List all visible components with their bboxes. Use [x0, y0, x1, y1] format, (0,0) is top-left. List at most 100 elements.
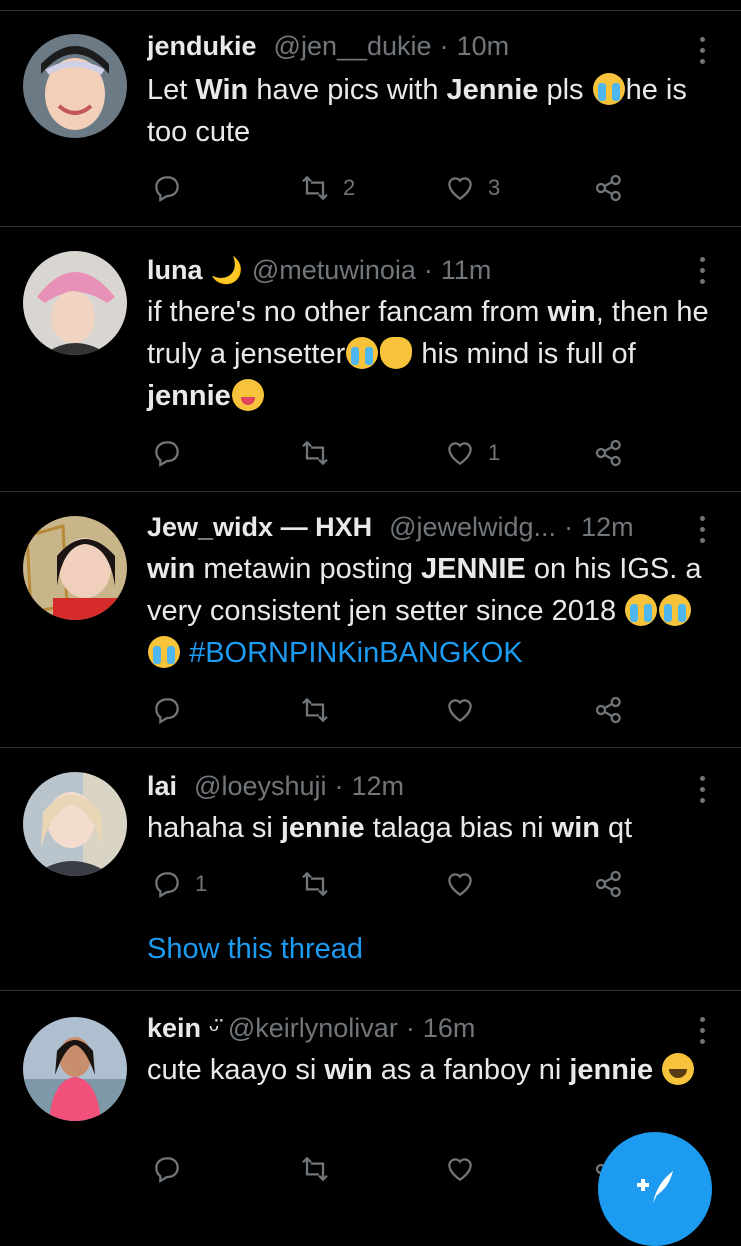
text-run: cute kaayo si — [147, 1054, 325, 1086]
reply-icon — [151, 1153, 183, 1185]
bold-text: win — [324, 1054, 373, 1086]
retweet-count: 2 — [343, 175, 356, 200]
like-button[interactable]: 1 — [444, 433, 500, 473]
action-bar: 1 — [147, 864, 647, 904]
timestamp[interactable]: 10m — [457, 29, 510, 63]
share-button[interactable] — [593, 864, 625, 904]
more-options-icon[interactable] — [693, 776, 711, 803]
retweet-icon — [299, 694, 331, 726]
avatar[interactable] — [23, 1017, 127, 1121]
more-options-icon[interactable] — [693, 516, 711, 543]
hashtag-link[interactable]: #BORNPINKinBANGKOK — [189, 637, 523, 669]
display-name[interactable]: jendukie — [147, 29, 257, 63]
action-bar: 2 3 — [147, 168, 647, 208]
timestamp[interactable]: 12m — [581, 510, 634, 544]
share-button[interactable] — [593, 433, 625, 473]
reply-button[interactable] — [151, 1149, 195, 1189]
heart-icon — [444, 1153, 476, 1185]
show-thread-link[interactable]: Show this thread — [147, 931, 363, 967]
share-icon — [593, 437, 625, 469]
like-button[interactable] — [444, 690, 488, 730]
avatar[interactable] — [23, 772, 127, 876]
heart-icon — [444, 694, 476, 726]
text-run: as a fanboy ni — [372, 1054, 570, 1086]
separator-dot: · — [423, 255, 433, 285]
share-icon — [593, 868, 625, 900]
bold-text: win — [147, 553, 196, 585]
loudly-crying-face-emoji — [659, 594, 692, 626]
heart-hands-emoji — [380, 337, 413, 369]
reply-icon — [151, 868, 183, 900]
retweet-button[interactable] — [299, 864, 343, 904]
name-flair: 🌙 — [210, 255, 243, 285]
display-name[interactable]: Jew_widx — HXH — [147, 510, 372, 544]
name-flair: ᵕ̈ — [209, 1013, 219, 1043]
avatar[interactable] — [23, 516, 127, 620]
retweet-button[interactable] — [299, 433, 343, 473]
timestamp[interactable]: 12m — [352, 769, 405, 803]
tweet-text: Let Win have pics with Jennie pls he is … — [147, 69, 721, 153]
like-button[interactable] — [444, 1149, 488, 1189]
user-handle[interactable]: @jen__dukie — [274, 29, 432, 63]
bold-text: Jennie — [446, 74, 539, 106]
more-options-icon[interactable] — [693, 1017, 711, 1044]
text-run: talaga bias ni — [364, 812, 552, 844]
tweet-header: jendukie @jen__dukie · 10m — [147, 29, 693, 63]
retweet-button[interactable] — [299, 1149, 343, 1189]
loudly-crying-face-emoji — [592, 73, 625, 105]
reply-button[interactable] — [151, 168, 195, 208]
grinning-squinting-face-emoji — [662, 1053, 695, 1085]
like-button[interactable]: 3 — [444, 168, 500, 208]
heart-icon — [444, 868, 476, 900]
avatar[interactable] — [23, 34, 127, 138]
bold-text: win — [551, 812, 600, 844]
reply-button[interactable] — [151, 690, 195, 730]
text-run — [181, 637, 189, 669]
share-button[interactable] — [593, 690, 625, 730]
share-icon — [593, 172, 625, 204]
timestamp[interactable]: 11m — [441, 253, 492, 287]
retweet-button[interactable] — [299, 690, 343, 730]
action-bar — [147, 690, 647, 730]
tweet[interactable]: Jew_widx — HXH @jewelwidg... · 12m win m… — [0, 492, 741, 748]
retweet-icon — [299, 172, 331, 204]
tweet[interactable]: luna 🌙 @metuwinoia · 11m if there's no o… — [0, 227, 741, 492]
text-run: qt — [600, 812, 633, 844]
text-run: hahaha si — [147, 812, 281, 844]
display-name[interactable]: lai — [147, 769, 177, 803]
user-handle[interactable]: @loeyshuji — [194, 769, 326, 803]
text-run: metawin posting — [195, 553, 422, 585]
separator-dot: · — [439, 31, 449, 61]
reply-button[interactable] — [151, 433, 195, 473]
tweet-text: hahaha si jennie talaga bias ni win qt — [147, 807, 721, 849]
retweet-icon — [299, 1153, 331, 1185]
tweet[interactable]: lai @loeyshuji · 12m hahaha si jennie ta… — [0, 748, 741, 991]
display-name[interactable]: luna — [147, 253, 203, 287]
compose-tweet-icon — [631, 1163, 679, 1216]
bold-text: JENNIE — [421, 553, 526, 585]
display-name[interactable]: kein — [147, 1011, 201, 1045]
more-options-icon[interactable] — [693, 257, 711, 284]
retweet-button[interactable]: 2 — [299, 168, 355, 208]
loudly-crying-face-emoji — [625, 594, 658, 626]
separator-dot: · — [564, 512, 574, 542]
bold-text: jennie — [280, 812, 365, 844]
user-handle[interactable]: @keirlynolivar — [228, 1011, 398, 1045]
share-button[interactable] — [593, 168, 625, 208]
timestamp[interactable]: 16m — [423, 1011, 476, 1045]
like-button[interactable] — [444, 864, 488, 904]
avatar[interactable] — [23, 251, 127, 355]
reply-button[interactable]: 1 — [151, 864, 207, 904]
more-options-icon[interactable] — [693, 37, 711, 64]
compose-tweet-button[interactable] — [598, 1132, 712, 1246]
tweet[interactable]: jendukie @jen__dukie · 10m Let Win have … — [0, 11, 741, 227]
face-with-tears-of-joy-emoji — [346, 337, 379, 369]
tweet-header: kein ᵕ̈ @keirlynolivar · 16m — [147, 1011, 693, 1045]
text-run: pls — [538, 74, 592, 106]
user-handle[interactable]: @jewelwidg... — [389, 510, 556, 544]
user-handle[interactable]: @metuwinoia — [252, 253, 416, 287]
tweet-header: Jew_widx — HXH @jewelwidg... · 12m — [147, 510, 693, 544]
tweet-header: lai @loeyshuji · 12m — [147, 769, 693, 803]
reply-count: 1 — [195, 871, 208, 896]
heart-icon — [444, 437, 476, 469]
